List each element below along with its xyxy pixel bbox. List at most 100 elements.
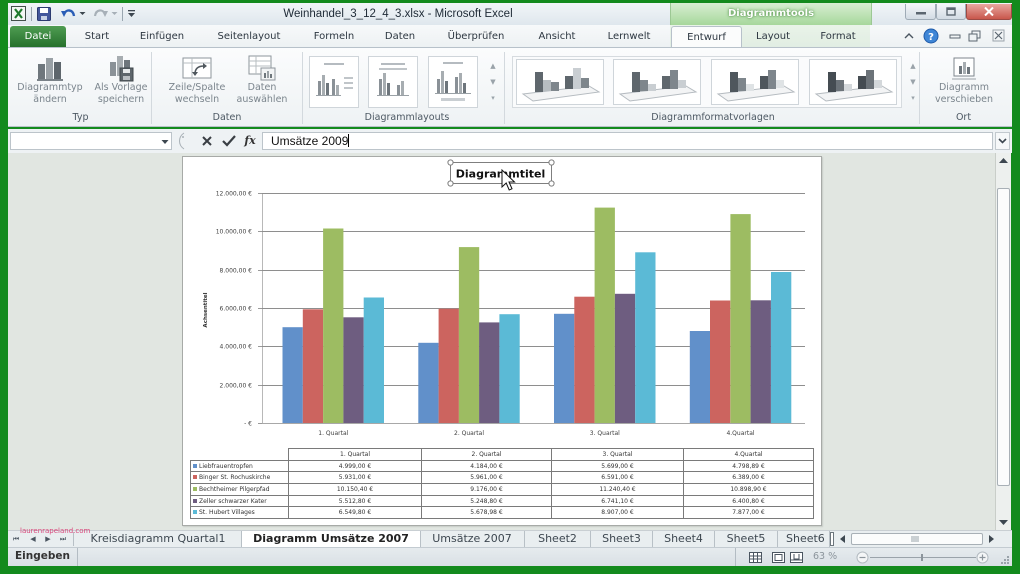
tab-einfuegen[interactable]: Einfügen <box>127 26 197 47</box>
formula-bar-splitter[interactable] <box>176 132 188 150</box>
sheet-tab-sheet6[interactable]: Sheet6 <box>778 531 830 547</box>
vertical-scroll-thumb[interactable] <box>997 188 1010 486</box>
save-as-template-button[interactable]: Als Vorlage speichern <box>86 52 156 110</box>
cancel-entry-button[interactable] <box>200 133 214 149</box>
normal-view-icon[interactable] <box>749 552 762 563</box>
help-icon[interactable]: ? <box>923 28 939 44</box>
selection-handle[interactable] <box>447 180 454 187</box>
chart-title[interactable]: Diagrammtitel <box>456 168 546 181</box>
scroll-up-icon[interactable] <box>998 156 1009 166</box>
doc-close-icon[interactable] <box>991 29 1007 43</box>
bar[interactable] <box>499 314 520 423</box>
zoom-out-icon[interactable] <box>856 551 869 564</box>
bar[interactable] <box>479 322 500 423</box>
vertical-scrollbar[interactable] <box>995 153 1011 530</box>
excel-app-icon[interactable] <box>11 6 26 21</box>
scroll-right-icon[interactable] <box>986 534 996 544</box>
tab-daten[interactable]: Daten <box>370 26 430 47</box>
tab-ansicht[interactable]: Ansicht <box>522 26 592 47</box>
chart-layout-3[interactable] <box>428 56 478 108</box>
bar[interactable] <box>730 214 751 423</box>
bar[interactable] <box>554 313 575 423</box>
chart-style-3[interactable] <box>711 59 799 105</box>
page-layout-view-icon[interactable] <box>772 552 785 563</box>
bar[interactable] <box>323 228 344 424</box>
page-break-view-icon[interactable] <box>790 552 803 563</box>
formula-input[interactable]: Umsätze 2009 <box>262 132 993 150</box>
scroll-down-icon[interactable] <box>998 517 1009 527</box>
sheet-tab-sheet3[interactable]: Sheet3 <box>591 531 653 547</box>
doc-restore-icon[interactable] <box>967 29 983 43</box>
scroll-left-icon[interactable] <box>838 534 848 544</box>
selection-handle[interactable] <box>447 159 454 166</box>
zoom-slider-track[interactable] <box>870 557 976 558</box>
horizontal-scrollbar[interactable] <box>836 532 995 546</box>
doc-minimize-icon[interactable] <box>947 29 963 43</box>
tab-start[interactable]: Start <box>62 26 132 47</box>
select-data-button[interactable]: Daten auswählen <box>226 52 298 110</box>
y-axis-title[interactable]: Achsentitel <box>203 292 209 327</box>
selection-handle[interactable] <box>548 180 555 187</box>
bar[interactable] <box>689 331 711 423</box>
resize-grip-icon[interactable] <box>1000 555 1010 565</box>
chart-area[interactable]: - € 2.000,00 € 4.000,00 € 6.000,00 € 8.000,0… <box>182 156 822 526</box>
sheet-tab-kreisdiagramm-quartal1[interactable]: Kreisdiagramm Quartal1 <box>75 531 242 547</box>
sheet-tab-sheet2[interactable]: Sheet2 <box>525 531 591 547</box>
bar[interactable] <box>343 317 364 423</box>
redo-icon[interactable] <box>92 7 108 21</box>
tab-split-handle[interactable] <box>830 532 834 546</box>
undo-icon[interactable] <box>61 7 77 21</box>
zoom-in-icon[interactable] <box>976 551 989 564</box>
bar[interactable] <box>363 297 384 424</box>
restore-button[interactable] <box>936 4 966 20</box>
sheet-tab-umsaetze-2007[interactable]: Umsätze 2007 <box>420 531 525 547</box>
move-chart-button[interactable]: Diagramm verschieben <box>925 52 1003 110</box>
chart-style-4[interactable] <box>809 59 897 105</box>
tab-datei[interactable]: Datei <box>10 26 66 47</box>
chart-style-1[interactable] <box>516 59 604 105</box>
tab-layout[interactable]: Layout <box>743 26 803 47</box>
tab-format[interactable]: Format <box>808 26 868 47</box>
insert-function-button[interactable]: fx <box>241 133 259 149</box>
change-chart-type-button[interactable]: Diagrammtyp ändern <box>12 52 88 110</box>
sheet-tab-diagramm-umsaetze-2007[interactable]: Diagramm Umsätze 2007 <box>241 531 421 547</box>
bar[interactable] <box>418 342 439 423</box>
tab-formeln[interactable]: Formeln <box>299 26 369 47</box>
chart-layout-2[interactable] <box>368 56 418 108</box>
sheet-tab-sheet4[interactable]: Sheet4 <box>653 531 715 547</box>
gallery-more-icon[interactable]: ▾ <box>488 88 498 108</box>
selection-handle[interactable] <box>548 159 555 166</box>
bar[interactable] <box>614 293 636 423</box>
bar[interactable] <box>771 272 792 423</box>
bar[interactable] <box>594 207 615 423</box>
zoom-level[interactable]: 63 % <box>813 551 837 562</box>
tab-ueberpruefen[interactable]: Überprüfen <box>436 26 516 47</box>
bar[interactable] <box>750 300 771 423</box>
customize-toolbar-icon[interactable] <box>127 8 136 19</box>
zoom-slider-handle[interactable] <box>921 554 923 561</box>
name-box-dropdown-icon[interactable] <box>161 139 169 145</box>
bar[interactable] <box>574 296 595 423</box>
sheet-tab-sheet5[interactable]: Sheet5 <box>715 531 778 547</box>
redo-dropdown-icon[interactable] <box>111 9 118 17</box>
undo-dropdown-icon[interactable] <box>79 9 86 17</box>
bar[interactable] <box>458 247 480 423</box>
name-box[interactable] <box>10 132 172 150</box>
switch-row-column-button[interactable]: Zeile/Spalte wechseln <box>161 52 233 110</box>
tab-seitenlayout[interactable]: Seitenlayout <box>209 26 289 47</box>
tab-lernwelt[interactable]: Lernwelt <box>594 26 664 47</box>
bar[interactable] <box>635 252 656 423</box>
close-button[interactable] <box>966 4 1012 20</box>
minimize-button[interactable] <box>905 4 936 20</box>
chart-style-2[interactable] <box>613 59 701 105</box>
bar[interactable] <box>710 300 731 424</box>
save-icon[interactable] <box>37 7 51 21</box>
bar[interactable] <box>302 309 324 423</box>
minimize-ribbon-icon[interactable] <box>901 29 917 43</box>
style-gallery-more-icon[interactable]: ▾ <box>908 88 918 108</box>
bar[interactable] <box>438 308 459 423</box>
chart-layout-1[interactable] <box>309 56 359 108</box>
enter-entry-button[interactable] <box>221 133 237 149</box>
tab-entwurf[interactable]: Entwurf <box>671 26 742 48</box>
horizontal-scroll-thumb[interactable] <box>851 533 983 545</box>
